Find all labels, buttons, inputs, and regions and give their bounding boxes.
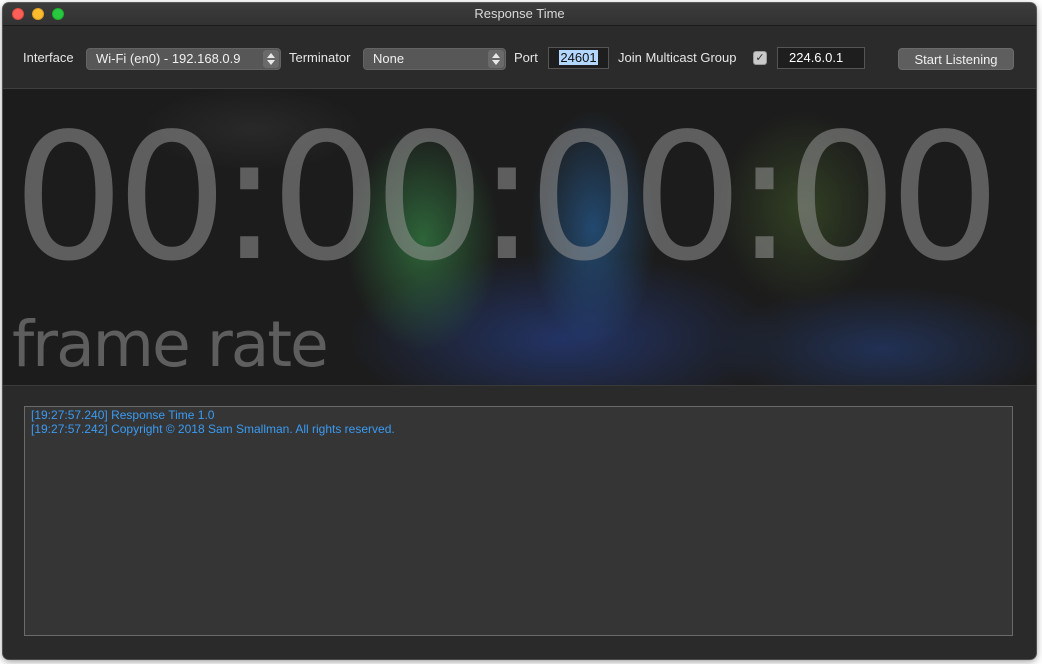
log-pane: [19:27:57.240] Response Time 1.0 [19:27:… (3, 386, 1036, 659)
port-label: Port (514, 50, 538, 65)
multicast-address-input[interactable]: 224.6.0.1 (777, 47, 865, 69)
multicast-checkbox[interactable]: ✓ (753, 51, 767, 65)
interface-popup[interactable]: Wi-Fi (en0) - 192.168.0.9 (86, 48, 281, 70)
chevron-up-down-icon (263, 50, 279, 68)
timecode-readout: 00:00:00:00 (13, 97, 1001, 300)
chevron-up-down-icon (488, 50, 504, 68)
terminator-label: Terminator (289, 50, 351, 65)
log-line: [19:27:57.242] Copyright © 2018 Sam Smal… (31, 422, 395, 436)
timecode-display: 00:00:00:00 frame rate (3, 89, 1036, 386)
log-line: [19:27:57.240] Response Time 1.0 (31, 408, 215, 422)
port-input-value: 24601 (559, 50, 598, 65)
title-bar[interactable]: Response Time (3, 3, 1036, 26)
multicast-address-value: 224.6.0.1 (789, 50, 844, 65)
terminator-popup[interactable]: None (363, 48, 506, 70)
log-text-view[interactable]: [19:27:57.240] Response Time 1.0 [19:27:… (24, 406, 1013, 636)
interface-label: Interface (23, 50, 74, 65)
multicast-label: Join Multicast Group (618, 50, 737, 65)
start-listening-button[interactable]: Start Listening (898, 48, 1014, 70)
terminator-popup-value: None (373, 51, 405, 66)
interface-popup-value: Wi-Fi (en0) - 192.168.0.9 (96, 51, 241, 66)
checkmark-icon: ✓ (755, 52, 765, 64)
toolbar: Interface Wi-Fi (en0) - 192.168.0.9 Term… (3, 26, 1036, 89)
app-window: Response Time Interface Wi-Fi (en0) - 19… (3, 3, 1036, 659)
frame-rate-label: frame rate (12, 308, 329, 381)
window-title: Response Time (474, 6, 565, 21)
port-input[interactable]: 24601 (548, 47, 609, 69)
